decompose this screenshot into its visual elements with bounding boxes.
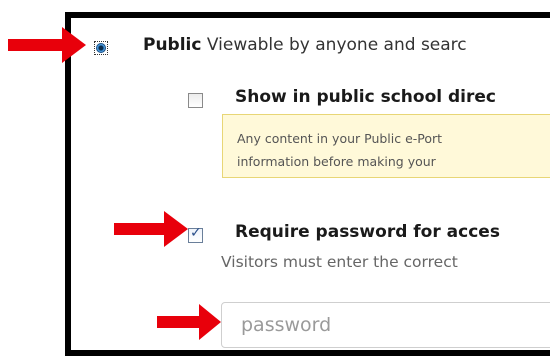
public-option-description: Viewable by anyone and searc xyxy=(206,35,467,55)
notice-line-2: information before making your xyxy=(237,154,436,169)
public-option-label: Public xyxy=(143,35,202,55)
red-arrow-icon xyxy=(114,211,188,247)
password-helper-text: Visitors must enter the correct xyxy=(221,253,458,271)
red-arrow-icon xyxy=(157,304,221,340)
require-password-checkbox[interactable]: ✓ xyxy=(188,225,203,243)
directory-checkbox[interactable] xyxy=(188,93,203,108)
screenshot-canvas: Public Viewable by anyone and searc Show… xyxy=(0,0,550,356)
notice-text: Any content in your Public e-Port inform… xyxy=(237,127,442,173)
notice-line-1: Any content in your Public e-Port xyxy=(237,131,443,146)
directory-checkbox-label: Show in public school direc xyxy=(235,87,496,107)
visibility-settings-panel: Public Viewable by anyone and searc Show… xyxy=(71,18,550,350)
password-input[interactable] xyxy=(221,302,550,348)
public-content-notice: Any content in your Public e-Port inform… xyxy=(222,114,550,178)
public-radio[interactable] xyxy=(94,41,108,55)
red-arrow-icon xyxy=(8,27,86,63)
radio-selected-icon xyxy=(96,43,106,53)
checkmark-icon: ✓ xyxy=(190,225,202,241)
public-option-text: Public Viewable by anyone and searc xyxy=(143,35,467,55)
require-password-label: Require password for acces xyxy=(235,222,500,242)
screenshot-frame: Public Viewable by anyone and searc Show… xyxy=(65,12,550,356)
